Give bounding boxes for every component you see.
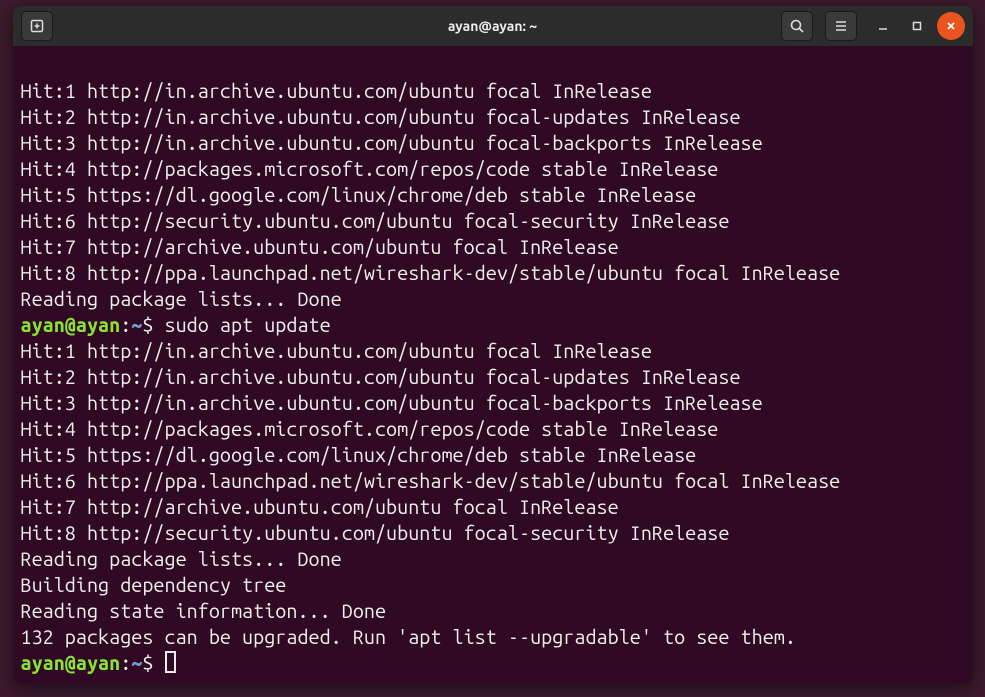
output-line: 132 packages can be upgraded. Run 'apt l… (21, 624, 965, 650)
minimize-button[interactable] (869, 12, 897, 40)
search-button[interactable] (781, 11, 813, 41)
output-line: Hit:6 http://ppa.launchpad.net/wireshark… (21, 468, 965, 494)
hamburger-icon (833, 18, 849, 34)
prompt-user-host: ayan@ayan (21, 314, 121, 336)
prompt-colon: : (120, 652, 131, 674)
output-line: Hit:6 http://security.ubuntu.com/ubuntu … (21, 208, 965, 234)
terminal-content[interactable]: Hit:1 http://in.archive.ubuntu.com/ubunt… (13, 46, 973, 684)
output-line: Hit:8 http://ppa.launchpad.net/wireshark… (21, 260, 965, 286)
prompt-dollar: $ (142, 314, 164, 336)
output-line: Hit:2 http://in.archive.ubuntu.com/ubunt… (21, 364, 965, 390)
output-line: Hit:7 http://archive.ubuntu.com/ubuntu f… (21, 234, 965, 260)
prompt-colon: : (120, 314, 131, 336)
output-line: Hit:1 http://in.archive.ubuntu.com/ubunt… (21, 78, 965, 104)
maximize-icon (911, 20, 923, 32)
output-line: Hit:7 http://archive.ubuntu.com/ubuntu f… (21, 494, 965, 520)
output-line: Reading state information... Done (21, 598, 965, 624)
prompt-path: ~ (131, 652, 142, 674)
output-line: Hit:5 https://dl.google.com/linux/chrome… (21, 442, 965, 468)
search-icon (789, 18, 805, 34)
prompt-user-host: ayan@ayan (21, 652, 121, 674)
close-button[interactable] (937, 12, 965, 40)
output-line: Hit:1 http://in.archive.ubuntu.com/ubunt… (21, 338, 965, 364)
titlebar-right (781, 11, 965, 41)
output-line: Hit:4 http://packages.microsoft.com/repo… (21, 156, 965, 182)
maximize-button[interactable] (903, 12, 931, 40)
prompt-dollar: $ (142, 652, 164, 674)
output-line: Hit:2 http://in.archive.ubuntu.com/ubunt… (21, 104, 965, 130)
minimize-icon (877, 20, 889, 32)
output-line: Building dependency tree (21, 572, 965, 598)
output-line: Hit:5 https://dl.google.com/linux/chrome… (21, 182, 965, 208)
prompt-path: ~ (131, 314, 142, 336)
output-line: Hit:3 http://in.archive.ubuntu.com/ubunt… (21, 130, 965, 156)
window-title: ayan@ayan: ~ (448, 18, 537, 34)
new-tab-icon (29, 18, 45, 34)
output-line: Hit:3 http://in.archive.ubuntu.com/ubunt… (21, 390, 965, 416)
close-icon (945, 20, 957, 32)
titlebar: ayan@ayan: ~ (13, 6, 973, 46)
menu-button[interactable] (825, 11, 857, 41)
cursor (165, 651, 176, 673)
output-line: Reading package lists... Done (21, 546, 965, 572)
command-text: sudo apt update (165, 314, 331, 336)
prompt-line: ayan@ayan:~$ sudo apt update (21, 312, 965, 338)
new-tab-button[interactable] (21, 11, 53, 41)
titlebar-left (21, 11, 59, 41)
output-line: Reading package lists... Done (21, 286, 965, 312)
terminal-window: ayan@ayan: ~ (13, 6, 973, 684)
prompt-line: ayan@ayan:~$ (21, 650, 965, 676)
output-line: Hit:8 http://security.ubuntu.com/ubuntu … (21, 520, 965, 546)
output-line: Hit:4 http://packages.microsoft.com/repo… (21, 416, 965, 442)
